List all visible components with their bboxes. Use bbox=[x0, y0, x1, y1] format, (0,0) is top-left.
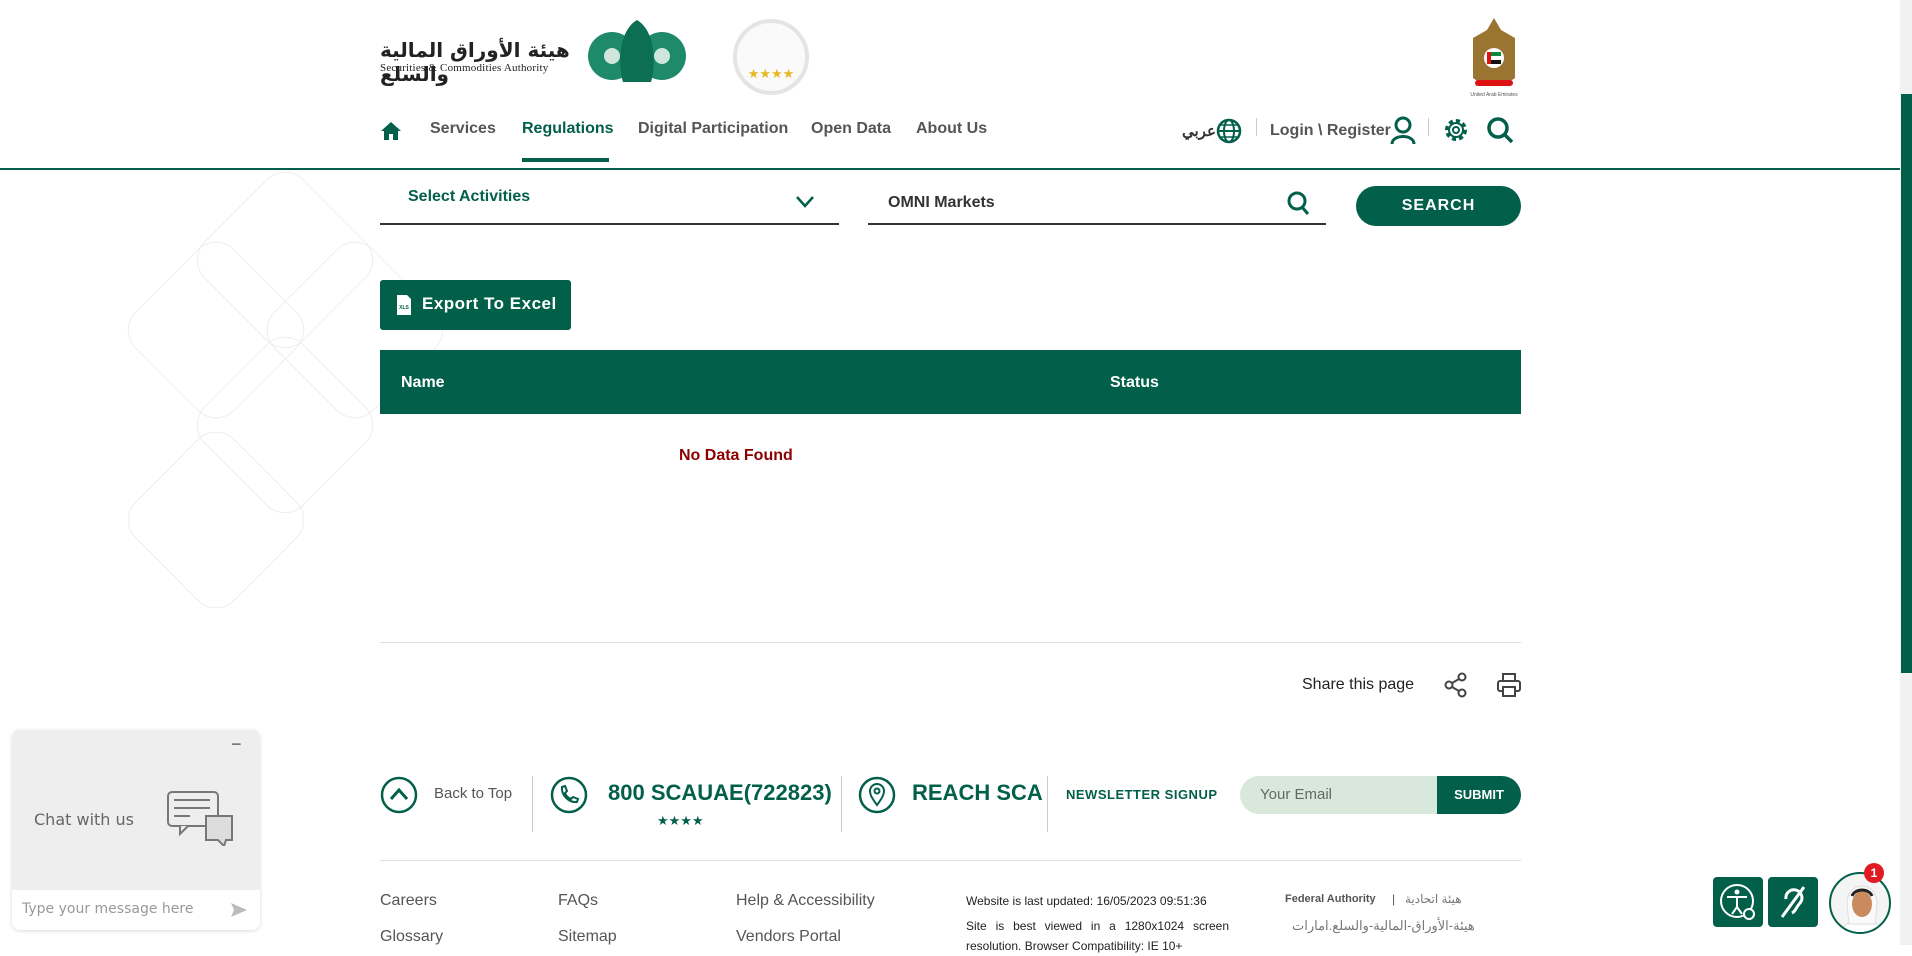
column-header-name: Name bbox=[401, 374, 445, 391]
chat-placeholder: Type your message here bbox=[22, 901, 194, 917]
email-placeholder: Your Email bbox=[1260, 786, 1332, 803]
footer-link-help[interactable]: Help & Accessibility bbox=[736, 892, 875, 910]
footer-link-glossary[interactable]: Glossary bbox=[380, 928, 443, 946]
user-icon[interactable] bbox=[1390, 116, 1416, 144]
nav-regulations[interactable]: Regulations bbox=[522, 120, 614, 138]
share-icon[interactable] bbox=[1443, 672, 1469, 698]
svg-text:XLS: XLS bbox=[399, 305, 409, 311]
search-input[interactable]: OMNI Markets bbox=[868, 180, 1326, 225]
header-divider bbox=[0, 168, 1900, 170]
newsletter-email-input[interactable]: Your Email bbox=[1240, 776, 1440, 814]
avatar-image bbox=[1841, 885, 1883, 932]
settings-gear-icon[interactable] bbox=[1443, 117, 1469, 143]
login-register-link[interactable]: Login \ Register bbox=[1270, 122, 1391, 140]
divider bbox=[1047, 776, 1048, 832]
sca-logo-english: Securities & Commodities Authority bbox=[380, 62, 549, 74]
location-pin-icon bbox=[858, 776, 896, 814]
scrollbar-thumb[interactable] bbox=[1901, 94, 1912, 673]
export-label: Export To Excel bbox=[422, 294, 557, 313]
svg-text:★★★★: ★★★★ bbox=[748, 66, 795, 81]
chat-widget: − Chat with us Type your message here bbox=[12, 730, 260, 930]
accessibility-icon bbox=[1720, 884, 1755, 920]
newsletter-submit-button[interactable]: SUBMIT bbox=[1437, 776, 1521, 814]
chevron-down-icon bbox=[796, 196, 814, 208]
hearing-icon bbox=[1780, 886, 1806, 918]
minimize-chat-button[interactable]: − bbox=[231, 734, 242, 755]
divider bbox=[532, 776, 533, 832]
svg-text:United Arab Emirates: United Arab Emirates bbox=[1470, 92, 1518, 98]
accessibility-settings-button[interactable] bbox=[1713, 877, 1763, 927]
search-icon[interactable] bbox=[1286, 190, 1310, 216]
sca-emblem-logo bbox=[588, 20, 686, 82]
divider bbox=[380, 860, 1521, 861]
home-icon[interactable] bbox=[380, 121, 402, 141]
domain-arabic[interactable]: هيئة-الأوراق-المالية-والسلع.امارات bbox=[1292, 918, 1475, 934]
table-header: Name Status bbox=[380, 350, 1521, 414]
footer-link-faqs[interactable]: FAQs bbox=[558, 892, 598, 910]
export-excel-button[interactable]: XLS Export To Excel bbox=[380, 280, 571, 330]
activities-select[interactable]: Select Activities bbox=[380, 180, 839, 225]
share-label: Share this page bbox=[1302, 676, 1415, 693]
uae-emblem: United Arab Emirates bbox=[1470, 18, 1518, 98]
nav-open-data[interactable]: Open Data bbox=[811, 120, 891, 138]
divider bbox=[1428, 118, 1429, 136]
hearing-accessibility-button[interactable] bbox=[1768, 877, 1818, 927]
back-to-top-link[interactable]: Back to Top bbox=[434, 785, 512, 802]
reach-sca-link[interactable]: REACH SCA bbox=[912, 780, 1043, 806]
newsletter-label: NEWSLETTER SIGNUP bbox=[1066, 787, 1218, 802]
chat-message-input[interactable]: Type your message here bbox=[12, 890, 260, 930]
footer-link-vendors[interactable]: Vendors Portal bbox=[736, 928, 841, 946]
select-label: Select Activities bbox=[408, 188, 531, 205]
best-viewed-text: Site is best viewed in a 1280x1024 scree… bbox=[966, 919, 1229, 953]
language-toggle[interactable]: عربي bbox=[1182, 122, 1216, 140]
divider bbox=[1256, 118, 1257, 136]
nav-digital-participation[interactable]: Digital Participation bbox=[638, 120, 788, 138]
phone-rating-stars: ★★★★ bbox=[657, 813, 704, 828]
globe-icon[interactable] bbox=[1216, 118, 1242, 144]
notification-badge: 1 bbox=[1864, 863, 1884, 883]
federal-authority-en: Federal Authority bbox=[1285, 893, 1376, 905]
phone-number[interactable]: 800 SCAUAE(722823) bbox=[608, 780, 832, 806]
last-updated-text: Website is last updated: 16/05/2023 09:5… bbox=[966, 894, 1207, 908]
xls-file-icon: XLS bbox=[397, 295, 411, 315]
rating-seal: ★★★★ bbox=[733, 19, 809, 95]
federal-authority-ar: هيئة اتحادية bbox=[1405, 892, 1462, 906]
print-icon[interactable] bbox=[1496, 672, 1522, 698]
search-button[interactable]: SEARCH bbox=[1356, 186, 1521, 226]
assistant-avatar[interactable] bbox=[1829, 872, 1891, 934]
chat-bubbles-icon bbox=[167, 791, 233, 846]
divider bbox=[841, 776, 842, 832]
chat-title: Chat with us bbox=[34, 810, 134, 829]
no-data-message: No Data Found bbox=[679, 447, 793, 464]
search-icon[interactable] bbox=[1486, 116, 1514, 144]
search-input-value: OMNI Markets bbox=[888, 194, 995, 211]
nav-about-us[interactable]: About Us bbox=[916, 120, 987, 138]
phone-icon bbox=[550, 776, 588, 814]
nav-services[interactable]: Services bbox=[430, 120, 496, 138]
active-tab-indicator bbox=[522, 158, 609, 162]
divider bbox=[380, 642, 1521, 643]
footer-link-sitemap[interactable]: Sitemap bbox=[558, 928, 617, 946]
footer-link-careers[interactable]: Careers bbox=[380, 892, 437, 910]
send-icon[interactable] bbox=[230, 902, 248, 918]
column-header-status: Status bbox=[1110, 374, 1159, 391]
back-to-top-icon[interactable] bbox=[380, 776, 418, 814]
